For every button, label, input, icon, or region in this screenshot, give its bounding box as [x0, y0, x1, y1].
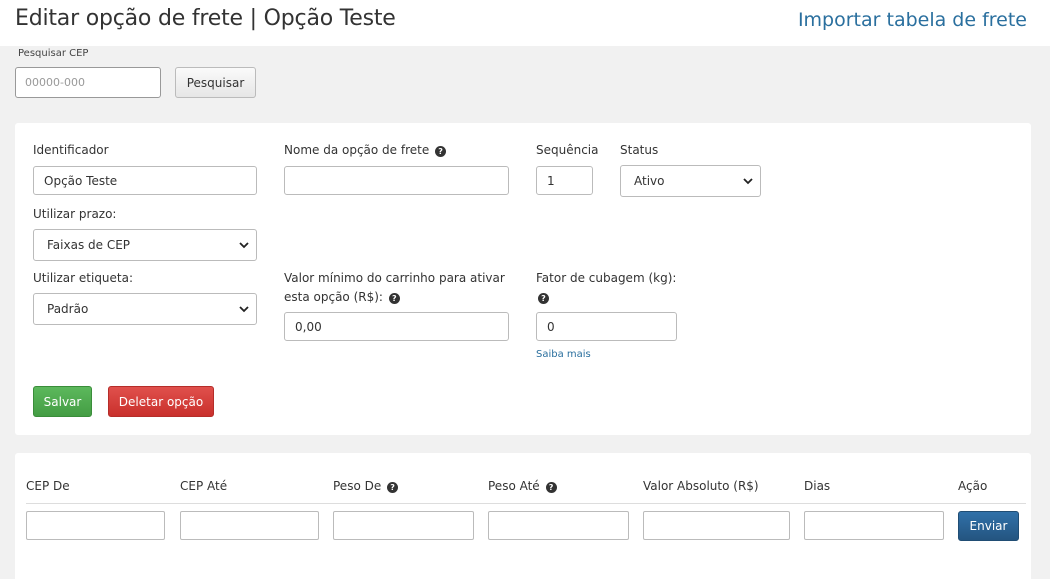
sequencia-label: Sequência	[536, 143, 599, 157]
etiqueta-label: Utilizar etiqueta:	[33, 271, 134, 285]
search-cep-input[interactable]	[15, 67, 161, 98]
cubagem-input[interactable]	[536, 312, 677, 341]
nome-label: Nome da opção de frete ?	[284, 141, 447, 160]
cep-range-table: CEP De CEP Até Peso De ? Peso Até ? Valo…	[15, 453, 1031, 579]
delete-option-button[interactable]: Deletar opção	[108, 386, 214, 417]
search-cep-label: Pesquisar CEP	[18, 48, 89, 59]
prazo-select[interactable]: Faixas de CEP	[33, 229, 257, 261]
cep-ate-input[interactable]	[180, 511, 319, 540]
peso-ate-input[interactable]	[488, 511, 629, 540]
question-circle-icon[interactable]: ?	[388, 293, 400, 304]
column-header-peso-de-text: Peso De	[333, 479, 382, 493]
question-circle-icon[interactable]: ?	[538, 293, 549, 304]
valor-minimo-input[interactable]	[284, 312, 509, 341]
save-button[interactable]: Salvar	[33, 386, 92, 417]
column-header-peso-ate-text: Peso Até	[488, 479, 540, 493]
prazo-label: Utilizar prazo:	[33, 207, 117, 221]
chevron-down-icon	[239, 230, 249, 260]
nome-label-text: Nome da opção de frete	[284, 143, 430, 157]
table-header-divider	[26, 503, 1026, 504]
etiqueta-select[interactable]: Padrão	[33, 293, 257, 325]
saiba-mais-link[interactable]: Saiba mais	[536, 349, 591, 360]
column-header-acao: Ação	[958, 479, 988, 493]
valor-minimo-label-line2: esta opção (R$): ?	[284, 288, 400, 307]
chevron-down-icon	[239, 294, 249, 324]
identificador-label: Identificador	[33, 143, 109, 157]
chevron-down-icon	[743, 166, 753, 196]
question-circle-icon[interactable]: ?	[435, 146, 447, 157]
column-header-dias: Dias	[804, 479, 831, 493]
status-selected-value: Ativo	[634, 174, 665, 188]
column-header-cep-de: CEP De	[26, 479, 70, 493]
prazo-selected-value: Faixas de CEP	[47, 238, 131, 252]
status-select[interactable]: Ativo	[620, 165, 761, 197]
sequencia-input[interactable]	[536, 166, 593, 195]
search-cep-section: Pesquisar CEP Pesquisar	[0, 46, 1050, 106]
nome-input[interactable]	[284, 166, 509, 195]
etiqueta-selected-value: Padrão	[47, 302, 89, 316]
valor-minimo-label: Valor mínimo do carrinho para ativar	[284, 271, 505, 285]
valor-minimo-label-line2-text: esta opção (R$):	[284, 290, 383, 304]
column-header-valor-absoluto: Valor Absoluto (R$)	[643, 479, 759, 493]
dias-input[interactable]	[804, 511, 944, 540]
cubagem-help: ?	[536, 288, 549, 307]
column-header-cep-ate: CEP Até	[180, 479, 228, 493]
question-circle-icon[interactable]: ?	[387, 482, 399, 493]
peso-de-input[interactable]	[333, 511, 474, 540]
question-circle-icon[interactable]: ?	[545, 482, 557, 493]
status-label: Status	[620, 143, 659, 157]
cubagem-label: Fator de cubagem (kg):	[536, 271, 677, 285]
search-button[interactable]: Pesquisar	[175, 67, 256, 98]
page-title: Editar opção de frete | Opção Teste	[15, 6, 396, 31]
import-table-link[interactable]: Importar tabela de frete	[798, 9, 1027, 31]
shipping-option-form: Identificador Nome da opção de frete ? S…	[15, 123, 1031, 435]
column-header-peso-ate: Peso Até ?	[488, 479, 557, 493]
send-button[interactable]: Enviar	[958, 511, 1019, 541]
column-header-peso-de: Peso De ?	[333, 479, 399, 493]
cep-de-input[interactable]	[26, 511, 165, 540]
valor-absoluto-input[interactable]	[643, 511, 790, 540]
page-header: Editar opção de frete | Opção Teste Impo…	[0, 0, 1050, 46]
identificador-input[interactable]	[33, 166, 257, 195]
